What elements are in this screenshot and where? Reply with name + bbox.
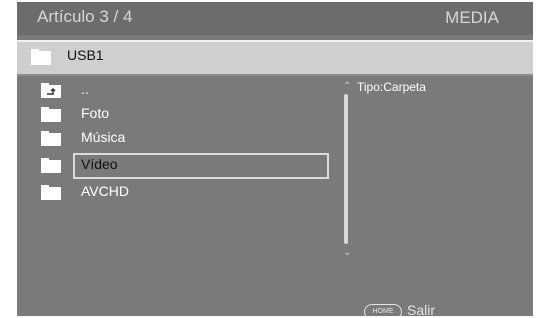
folder-up-icon <box>41 83 61 103</box>
home-button[interactable]: HOME <box>364 304 402 316</box>
current-path-label: USB1 <box>67 47 104 63</box>
list-item-avchd[interactable]: AVCHD <box>17 180 347 203</box>
list-item-label: Música <box>81 129 126 145</box>
mode-label: MEDIA <box>445 8 499 27</box>
scroll-down-icon: ⌄ <box>343 247 352 258</box>
list-item-parent[interactable]: .. <box>17 78 347 101</box>
list-item-musica[interactable]: Música <box>17 126 347 149</box>
scroll-track[interactable] <box>344 94 348 244</box>
folder-icon <box>41 185 61 205</box>
list-item-foto[interactable]: Foto <box>17 102 347 125</box>
item-counter: Artículo 3 / 4 <box>37 7 133 26</box>
list-item-label: .. <box>81 81 89 97</box>
list-item-video[interactable]: Vídeo <box>17 153 347 179</box>
list-item-label: AVCHD <box>81 183 129 199</box>
folder-icon <box>31 49 51 70</box>
list-item-label: Foto <box>81 105 110 121</box>
folder-icon <box>41 131 61 151</box>
scrollbar[interactable]: ⌃ ⌄ <box>343 82 351 260</box>
list-item-label: Vídeo <box>81 156 118 172</box>
item-info: Tipo:Carpeta <box>357 80 426 94</box>
title-bar: Artículo 3 / 4 MEDIA <box>17 2 533 35</box>
media-browser-screen: Artículo 3 / 4 MEDIA USB1 .. Foto Música… <box>17 2 533 316</box>
current-path-bar: USB1 <box>17 40 533 76</box>
scroll-up-icon: ⌃ <box>343 81 352 92</box>
exit-label: Salir <box>407 302 436 316</box>
folder-icon <box>41 107 61 127</box>
folder-icon <box>41 158 61 178</box>
